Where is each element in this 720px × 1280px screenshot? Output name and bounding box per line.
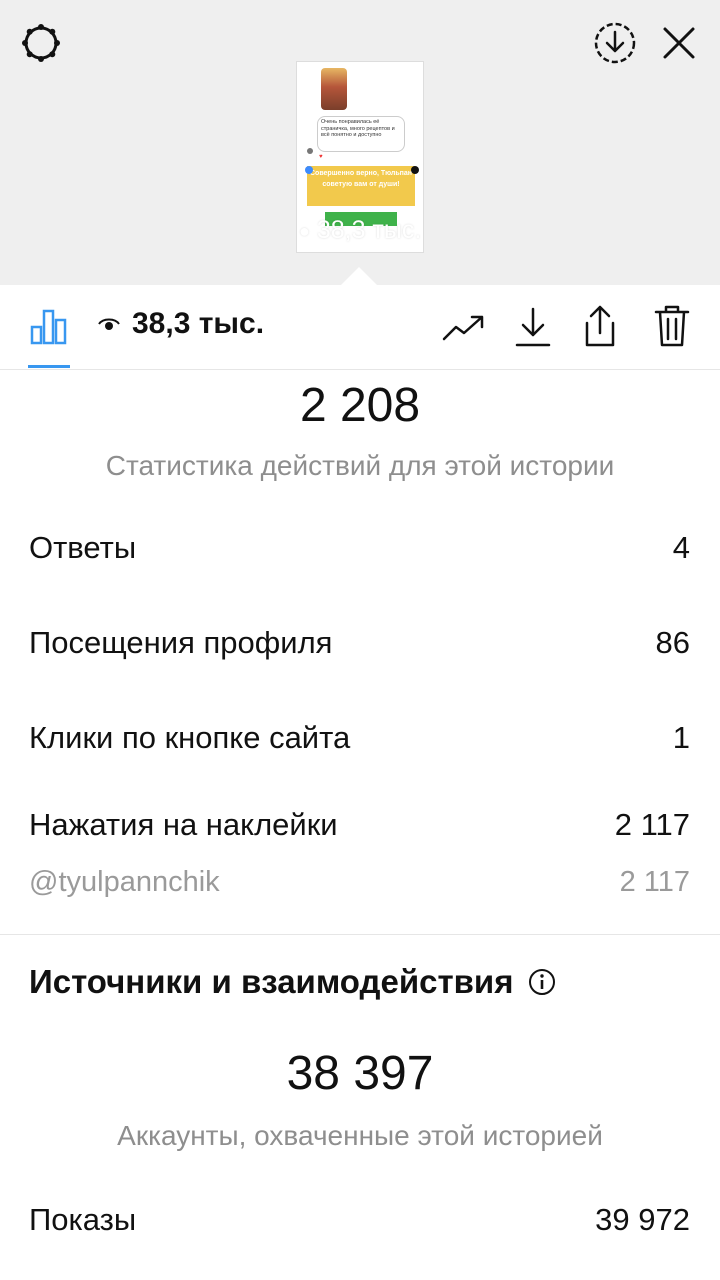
stat-row-sticker-mention[interactable]: @tyulpannchik 2 117 bbox=[29, 866, 690, 899]
info-icon[interactable] bbox=[527, 967, 557, 997]
stat-label: Показы bbox=[29, 1202, 137, 1237]
stat-label: Посещения профиля bbox=[29, 625, 333, 660]
reach-caption: Аккаунты, охваченные этой историей bbox=[117, 1120, 603, 1151]
share-icon[interactable] bbox=[576, 301, 624, 351]
stat-row-sticker-taps[interactable]: Нажатия на наклейки 2 117 bbox=[29, 807, 690, 843]
toolbar-views[interactable]: 38,3 тыс. bbox=[98, 307, 264, 341]
stat-value: 39 972 bbox=[595, 1202, 690, 1237]
stat-label: @tyulpannchik bbox=[29, 866, 220, 898]
stat-value: 4 bbox=[672, 530, 690, 565]
active-tab-indicator bbox=[28, 365, 70, 368]
stat-row-profile-visits: Посещения профиля 86 bbox=[29, 625, 690, 661]
story-mention-dot bbox=[305, 166, 313, 174]
story-avatar bbox=[307, 148, 313, 154]
stat-row-replies: Ответы 4 bbox=[29, 530, 690, 566]
save-download-circle-icon[interactable] bbox=[592, 20, 638, 66]
stat-label: Нажатия на наклейки bbox=[29, 807, 338, 842]
story-close-dot bbox=[411, 166, 419, 174]
stat-label: Ответы bbox=[29, 530, 137, 565]
story-preview-area: Очень понравилась её страничка, много ре… bbox=[0, 0, 720, 286]
bar-chart-icon[interactable] bbox=[26, 303, 72, 349]
insights-toolbar: 38,3 тыс. bbox=[0, 285, 720, 370]
download-icon[interactable] bbox=[510, 303, 556, 351]
story-comment-bubble: Очень понравилась её страничка, много ре… bbox=[317, 116, 405, 152]
stat-value: 2 117 bbox=[619, 866, 690, 898]
stat-row-impressions: Показы 39 972 bbox=[29, 1202, 690, 1238]
story-thumbnail[interactable]: Очень понравилась её страничка, много ре… bbox=[297, 62, 423, 252]
actions-caption: Статистика действий для этой истории bbox=[105, 450, 615, 481]
section-divider bbox=[0, 934, 720, 935]
settings-gear-icon[interactable] bbox=[18, 20, 64, 66]
eye-icon: ● bbox=[299, 220, 310, 241]
story-food-photo bbox=[321, 68, 347, 110]
stat-label: Клики по кнопке сайта bbox=[29, 720, 351, 755]
stat-row-website-clicks: Клики по кнопке сайта 1 bbox=[29, 720, 690, 756]
reach-section-header: Источники и взаимодействия bbox=[29, 963, 557, 1001]
promote-trend-icon[interactable] bbox=[440, 307, 488, 347]
delete-trash-icon[interactable] bbox=[648, 301, 696, 351]
close-icon[interactable] bbox=[656, 20, 702, 66]
section-title: Источники и взаимодействия bbox=[29, 963, 514, 1000]
selected-story-pointer bbox=[340, 267, 378, 286]
story-views-overlay-text: 38,3 тыс. bbox=[316, 216, 422, 244]
story-views-overlay: ● 38,3 тыс. bbox=[299, 216, 423, 245]
story-sticker-text: Совершенно верно, Тюльпан советую вам от… bbox=[307, 166, 415, 206]
stat-value: 1 bbox=[672, 720, 690, 755]
heart-icon: ♥ bbox=[319, 154, 323, 160]
stat-value: 2 117 bbox=[614, 807, 690, 842]
reach-total: 38 397 bbox=[286, 1047, 434, 1100]
eye-icon bbox=[98, 318, 120, 330]
actions-total: 2 208 bbox=[299, 379, 421, 432]
toolbar-views-count: 38,3 тыс. bbox=[132, 307, 265, 340]
stat-value: 86 bbox=[655, 625, 690, 660]
